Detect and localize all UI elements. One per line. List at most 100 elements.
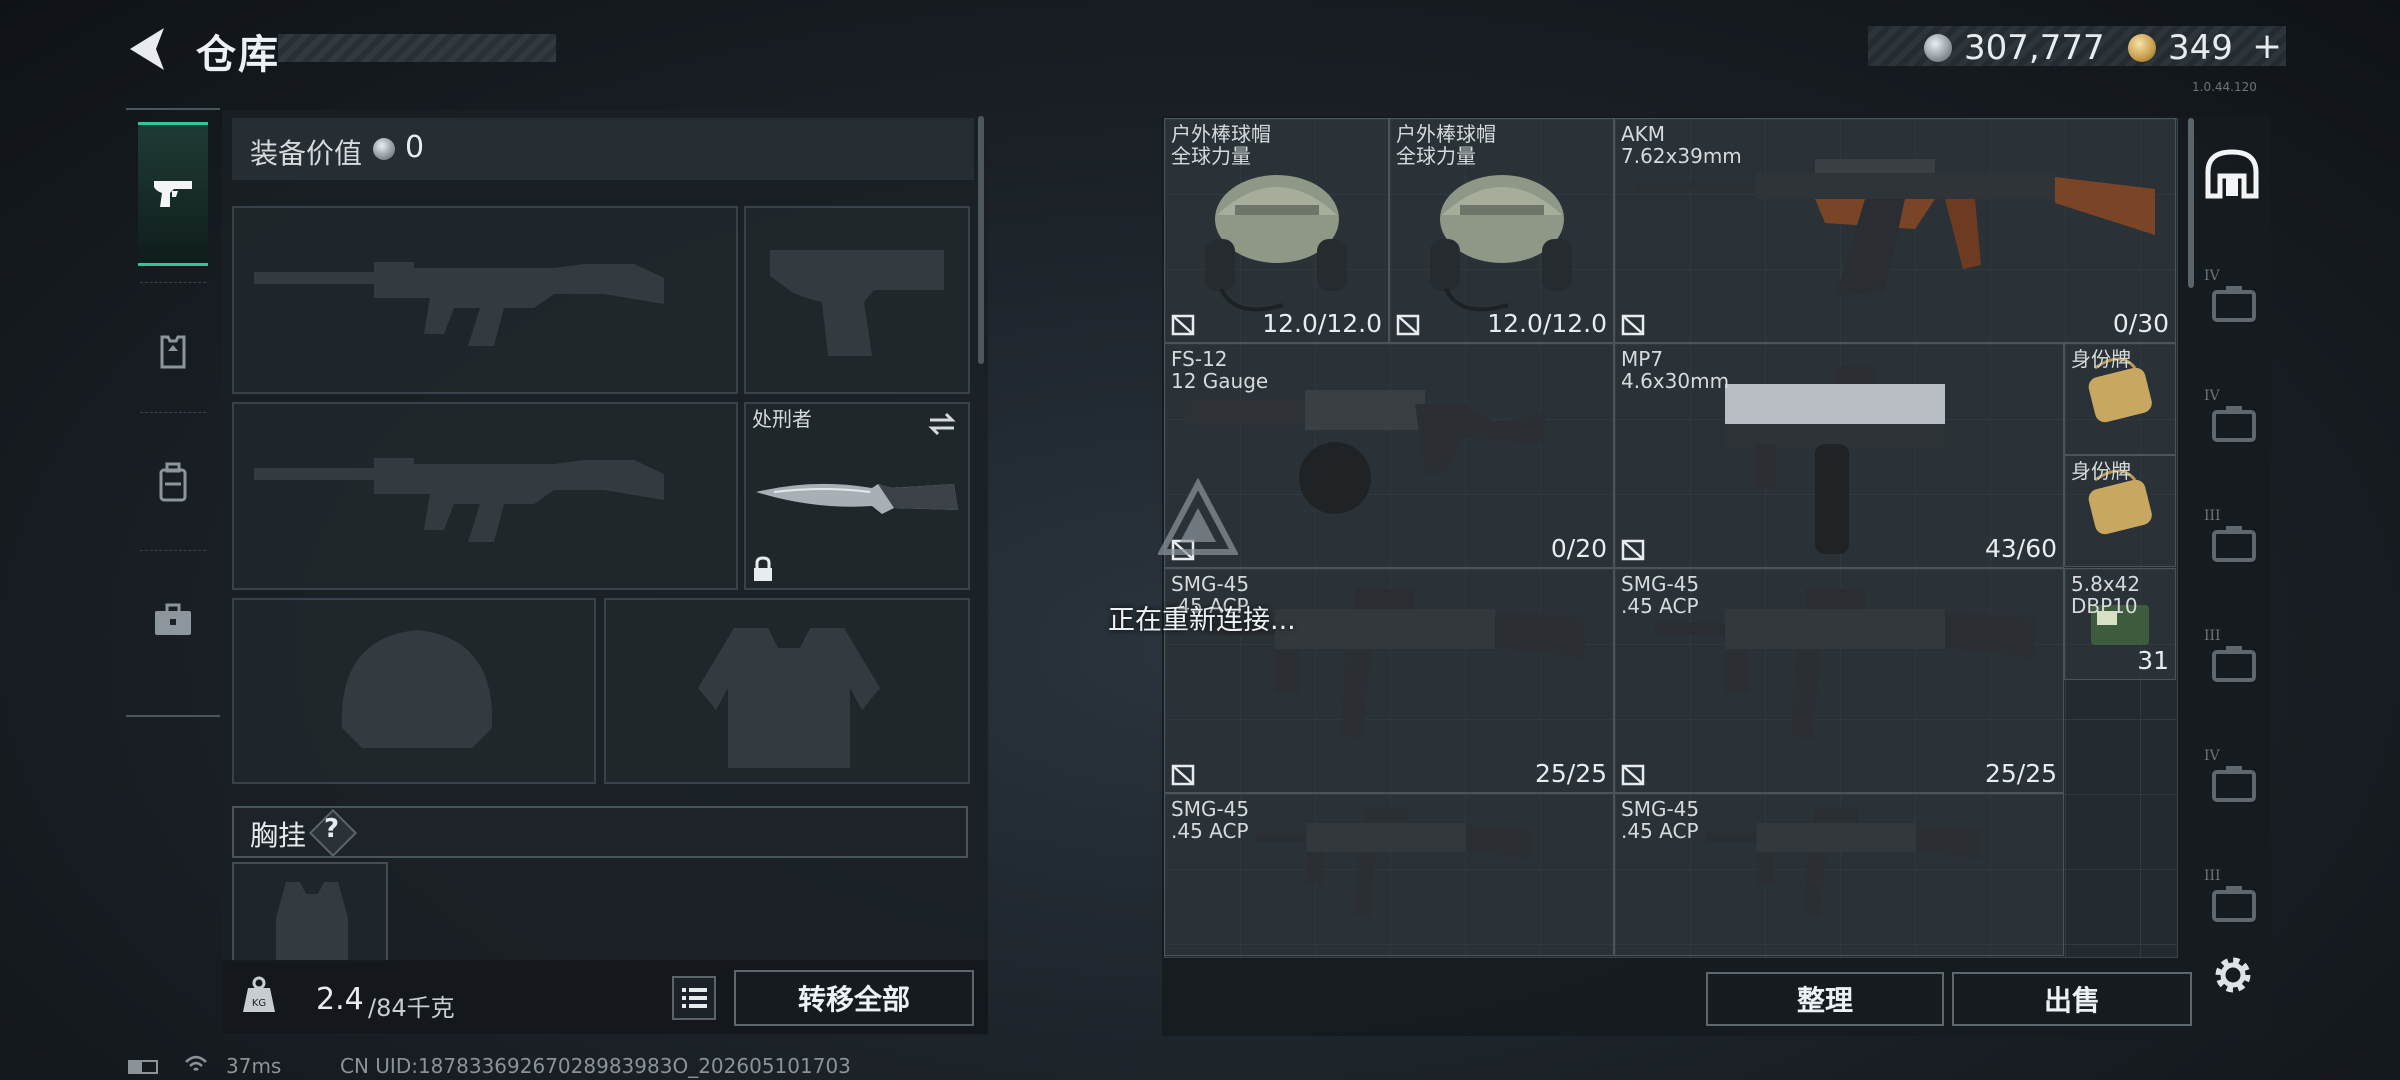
tier-label: IV xyxy=(2204,388,2220,404)
primary-weapon-slot[interactable] xyxy=(232,206,738,394)
svg-text:KG: KG xyxy=(252,998,266,1009)
container-icon xyxy=(2212,526,2256,562)
category-nav xyxy=(126,108,220,717)
wifi-icon xyxy=(185,1055,207,1071)
item-count: 31 xyxy=(2137,646,2169,675)
item-name: 身份牌 xyxy=(2071,459,2131,483)
nav-case[interactable] xyxy=(126,550,220,690)
nav-armor[interactable] xyxy=(126,282,220,422)
item-count: 12.0/12.0 xyxy=(1262,309,1382,338)
chest-rig-silhouette-icon xyxy=(276,882,348,964)
loadout-scrollbar[interactable] xyxy=(978,116,984,364)
helmet-slot[interactable] xyxy=(232,598,596,784)
tier-label: III xyxy=(2204,868,2221,884)
silver-coin-icon xyxy=(373,138,395,160)
storage-item[interactable]: 户外棒球帽 全球力量 12.0/12.0 xyxy=(1389,118,1614,343)
no-insure-icon xyxy=(1621,314,1645,336)
title-decoration xyxy=(278,34,556,62)
sidearm-slot[interactable] xyxy=(744,206,970,394)
sort-button[interactable]: 整理 xyxy=(1706,972,1944,1026)
storage-home-icon[interactable] xyxy=(2202,146,2262,206)
storage-item[interactable]: 户外棒球帽 全球力量 12.0/12.0 xyxy=(1164,118,1389,343)
item-name: MP7 4.6x30mm xyxy=(1621,347,1730,393)
item-name: SMG-45 .45 ACP xyxy=(1171,797,1250,843)
item-count: 12.0/12.0 xyxy=(1487,309,1607,338)
storage-item[interactable]: MP7 4.6x30mm 43/60 xyxy=(1614,343,2064,568)
rifle-silhouette-icon xyxy=(254,458,664,542)
storage-item[interactable]: 5.8x42 DBP10 31 xyxy=(2064,568,2176,680)
item-count: 0/20 xyxy=(1550,534,1607,563)
add-gold-button[interactable]: + xyxy=(2252,26,2282,67)
backpack-icon xyxy=(159,462,187,502)
nav-backpack[interactable] xyxy=(126,412,220,552)
container-nav-item[interactable]: IV xyxy=(2202,268,2264,330)
tier-label: III xyxy=(2204,628,2221,644)
melee-slot[interactable]: 处刑者 xyxy=(744,402,970,590)
no-insure-icon xyxy=(1621,539,1645,561)
storage-item[interactable]: SMG-45 .45 ACP 25/25 xyxy=(1614,568,2064,793)
container-icon xyxy=(2212,886,2256,922)
silver-amount: 307,777 xyxy=(1964,28,2105,68)
storage-scrollbar[interactable] xyxy=(2188,118,2194,288)
knife-icon xyxy=(756,483,958,514)
storage-item[interactable]: 身份牌 xyxy=(2064,343,2176,455)
container-icon xyxy=(2212,646,2256,682)
weight-icon: KG xyxy=(243,976,275,1012)
storage-item[interactable]: SMG-45 .45 ACP xyxy=(1164,793,1614,956)
body-armor-slot[interactable] xyxy=(604,598,970,784)
tier-label: IV xyxy=(2204,748,2220,764)
tier-label: IV xyxy=(2204,268,2220,284)
container-icon xyxy=(2212,766,2256,802)
swap-icon[interactable] xyxy=(926,410,958,438)
item-name: AKM 7.62x39mm xyxy=(1621,122,1742,168)
container-nav-item[interactable]: IV xyxy=(2202,388,2264,450)
weight-current: 2.4 xyxy=(316,982,364,1017)
sell-button[interactable]: 出售 xyxy=(1952,972,2192,1026)
equip-value: 0 xyxy=(405,130,425,165)
no-insure-icon xyxy=(1621,764,1645,786)
item-name: SMG-45 .45 ACP xyxy=(1621,797,1700,843)
pistol-icon xyxy=(154,181,192,207)
armor-icon xyxy=(160,335,186,369)
item-name: SMG-45 .45 ACP xyxy=(1621,572,1700,618)
version-label: 1.0.44.120 xyxy=(2192,80,2257,94)
tier-label: III xyxy=(2204,508,2221,524)
item-count: 25/25 xyxy=(1984,759,2057,788)
storage-item[interactable]: 身份牌 xyxy=(2064,455,2176,567)
lock-icon xyxy=(754,556,772,581)
briefcase-icon xyxy=(155,603,191,635)
ping: 37ms xyxy=(226,1054,282,1078)
silver-coin-icon xyxy=(1924,34,1952,62)
container-nav-item[interactable]: III xyxy=(2202,868,2264,930)
container-icon xyxy=(2212,286,2256,322)
container-nav-item[interactable]: III xyxy=(2202,628,2264,690)
item-name: 身份牌 xyxy=(2071,347,2131,371)
page-title: 仓库 xyxy=(196,32,280,78)
chest-rig-slot[interactable] xyxy=(232,862,388,964)
item-count: 43/60 xyxy=(1984,534,2057,563)
container-nav-item[interactable]: IV xyxy=(2202,748,2264,810)
melee-name: 处刑者 xyxy=(752,407,812,431)
item-name: 5.8x42 DBP10 xyxy=(2071,572,2141,618)
item-name: 户外棒球帽 全球力量 xyxy=(1396,122,1496,168)
list-view-button[interactable] xyxy=(672,976,716,1020)
secondary-weapon-slot[interactable] xyxy=(232,402,738,590)
reconnect-message: 正在重新连接... xyxy=(1108,605,1296,636)
container-nav-item[interactable]: III xyxy=(2202,508,2264,570)
helmet-silhouette-icon xyxy=(341,630,493,748)
weight-max: /84千克 xyxy=(368,994,455,1022)
help-icon[interactable]: ? xyxy=(324,814,339,844)
no-insure-icon xyxy=(1396,314,1420,336)
item-count: 0/30 xyxy=(2112,309,2169,338)
nav-weapons[interactable] xyxy=(138,122,208,266)
loading-logo-icon xyxy=(1158,478,1238,555)
storage-item[interactable]: AKM 7.62x39mm 0/30 xyxy=(1614,118,2176,343)
gear-icon[interactable] xyxy=(2210,952,2256,998)
move-all-button[interactable]: 转移全部 xyxy=(734,970,974,1026)
storage-item[interactable]: SMG-45 .45 ACP xyxy=(1614,793,2064,956)
battery-icon xyxy=(128,1060,158,1074)
gold-coin-icon xyxy=(2128,34,2156,62)
item-name: FS-12 12 Gauge xyxy=(1171,347,1269,393)
rifle-silhouette-icon xyxy=(254,262,664,346)
back-arrow-icon[interactable] xyxy=(124,24,168,74)
